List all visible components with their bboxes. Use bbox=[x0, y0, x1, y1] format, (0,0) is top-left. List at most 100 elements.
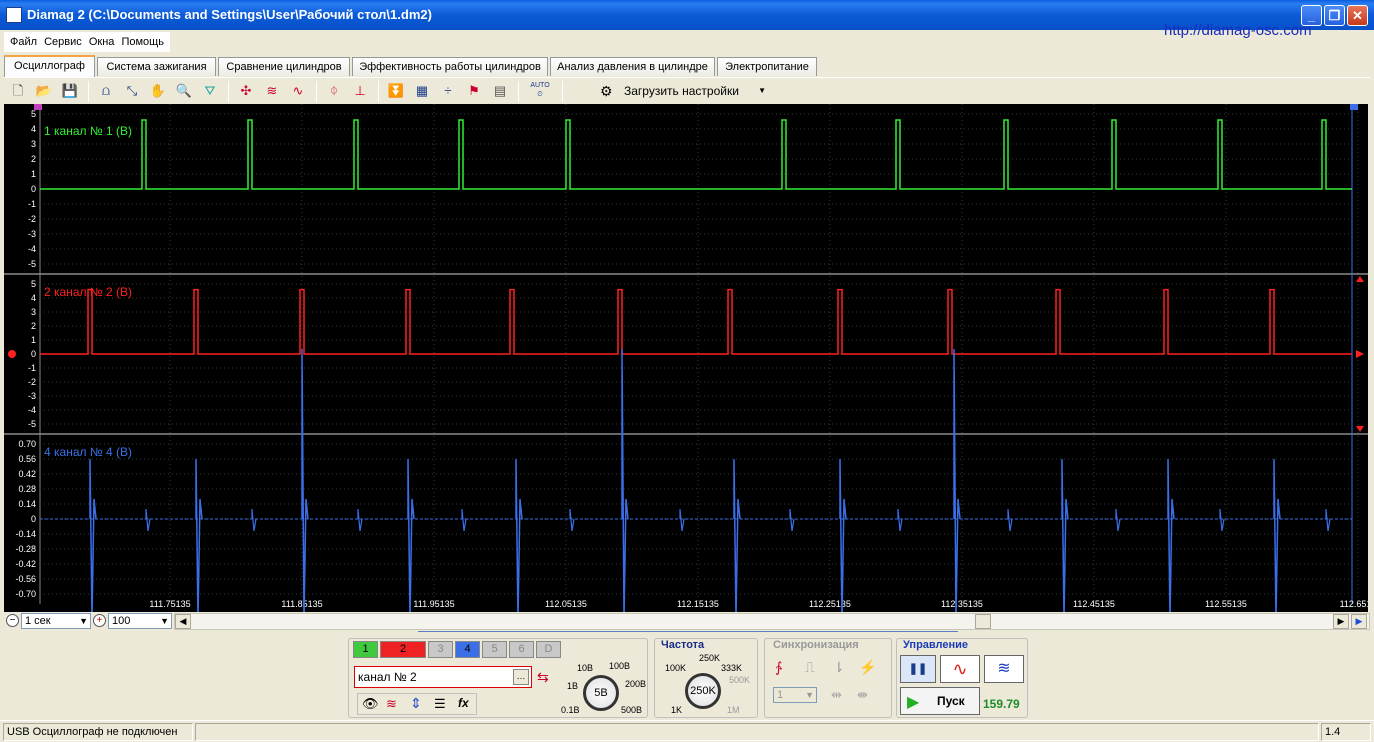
load-settings-dropdown[interactable]: ⚙ Загрузить настройки ▼ bbox=[594, 80, 774, 102]
channel-5-button[interactable]: 5 bbox=[482, 641, 507, 658]
tab-power-supply[interactable]: Электропитание bbox=[717, 57, 817, 76]
expand-icon[interactable]: ⇹ bbox=[831, 687, 842, 703]
new-file-icon[interactable]: 🗋 bbox=[8, 81, 28, 101]
tab-pressure-analysis[interactable]: Анализ давления в цилиндре bbox=[550, 57, 715, 76]
y-tick-label: 0.70 bbox=[18, 439, 36, 449]
browse-button[interactable]: … bbox=[513, 669, 529, 685]
trigger-filter-icon[interactable]: ⏬ bbox=[386, 81, 406, 101]
dial-label-1v: 1В bbox=[567, 681, 579, 691]
hand-pan-icon[interactable]: ✋ bbox=[148, 81, 168, 101]
rising-edge-icon[interactable]: ∱ bbox=[775, 659, 782, 676]
y-tick-label: 0 bbox=[31, 184, 36, 194]
y-tick-label: -1 bbox=[28, 363, 36, 373]
channel-4-button[interactable]: 4 bbox=[455, 641, 480, 658]
scroll-end-icon[interactable]: ▶ bbox=[1351, 614, 1367, 629]
vertical-shift-icon[interactable]: ⇕ bbox=[410, 695, 422, 712]
tab-cylinder-compare[interactable]: Сравнение цилиндров bbox=[218, 57, 350, 76]
invert-icon[interactable]: ✣ bbox=[236, 81, 256, 101]
start-button[interactable]: ▶ Пуск bbox=[900, 687, 980, 715]
horizontal-scrollbar[interactable]: ◀ ▶ ▶ bbox=[174, 613, 1370, 630]
pulse-up-icon[interactable]: ⎍ bbox=[805, 659, 815, 676]
oscilloscope-plot[interactable]: 5 4 3 2 1 0 -1 -2 -3 -4 -5 5 4 3 2 1 0 -1 -2 -3 -4 -5 0.70 0.56… bbox=[4, 104, 1368, 612]
filter-icon[interactable]: ⛛ bbox=[200, 81, 220, 101]
pulse-down-icon[interactable]: ⇂ bbox=[833, 659, 845, 676]
marker-icon[interactable]: ⚑ bbox=[464, 81, 484, 101]
zoom-out-button[interactable]: − bbox=[6, 614, 19, 627]
channel-4-spike bbox=[195, 458, 203, 612]
freq-label-333k: 333K bbox=[721, 663, 743, 673]
cursors-icon[interactable]: ⩍ bbox=[96, 81, 116, 101]
close-button[interactable]: ✕ bbox=[1347, 5, 1368, 26]
frequency-knob[interactable]: 250K bbox=[685, 673, 721, 709]
noise-button[interactable]: ≋ bbox=[984, 655, 1024, 683]
control-title: Управление bbox=[903, 639, 969, 651]
channel-3-button[interactable]: 3 bbox=[428, 641, 453, 658]
freq-label-250k: 250K bbox=[699, 653, 721, 663]
y-tick-label: -2 bbox=[28, 214, 36, 224]
zoom-in-button[interactable]: + bbox=[93, 614, 106, 627]
scroll-right-icon[interactable]: ▶ bbox=[1333, 614, 1349, 629]
y-tick-label: -0.56 bbox=[15, 574, 36, 584]
notes-icon[interactable]: ▤ bbox=[490, 81, 510, 101]
channel-name-value: канал № 2 bbox=[358, 670, 417, 684]
channel-4-spike bbox=[357, 508, 363, 532]
split-icon[interactable]: ÷ bbox=[438, 81, 458, 101]
scroll-thumb[interactable] bbox=[975, 614, 991, 629]
channel-name-field[interactable]: канал № 2 … bbox=[354, 666, 532, 688]
voltage-value: 5В bbox=[594, 687, 608, 699]
y-tick-label: -3 bbox=[28, 229, 36, 239]
function-icon[interactable]: fx bbox=[458, 696, 469, 710]
waveform-icon[interactable]: ∿ bbox=[288, 81, 308, 101]
waveform-icon[interactable]: ≋ bbox=[386, 696, 397, 712]
sync-channel-select[interactable]: 1 ▼ bbox=[773, 687, 817, 703]
zoom-select[interactable]: 100 ▼ bbox=[108, 613, 172, 629]
swap-icon[interactable]: ⇆ bbox=[537, 669, 549, 686]
sync-channel-value: 1 bbox=[777, 689, 784, 701]
channel-4-spike bbox=[301, 348, 309, 612]
channel-4-spike bbox=[679, 508, 685, 532]
chevron-down-icon: ▼ bbox=[758, 86, 766, 95]
auto-button[interactable]: AUTO ⏲ bbox=[530, 81, 550, 101]
visibility-icon[interactable]: 👁 bbox=[362, 696, 379, 712]
zero-level-icon[interactable]: ⊥ bbox=[350, 81, 370, 101]
menu-file[interactable]: Файл bbox=[8, 32, 39, 52]
tab-ignition[interactable]: Система зажигания bbox=[97, 57, 216, 76]
frequency-title: Частота bbox=[661, 639, 705, 651]
maximize-button[interactable]: ❐ bbox=[1324, 5, 1345, 26]
voltage-dial[interactable]: 10В 100В 1В 200В 0.1В 500В 5В bbox=[559, 659, 649, 717]
zoom-icon[interactable]: 🔍 bbox=[174, 81, 194, 101]
auto-sync-icon[interactable]: ⚡ bbox=[859, 659, 876, 676]
pause-button[interactable]: ❚❚ bbox=[900, 655, 936, 683]
grid-icon[interactable]: ▦ bbox=[412, 81, 432, 101]
menu-service[interactable]: Сервис bbox=[42, 32, 84, 52]
overlay-icon[interactable]: ≋ bbox=[262, 81, 282, 101]
channel-2-label: 2 канал № 2 (В) bbox=[44, 285, 133, 299]
menu-help[interactable]: Помощь bbox=[119, 32, 166, 52]
signal-generator-button[interactable]: ∿ bbox=[940, 655, 980, 683]
open-folder-icon[interactable]: 📂 bbox=[34, 81, 54, 101]
auto-scale-icon[interactable]: ⏀ bbox=[324, 81, 344, 101]
tab-cylinder-efficiency[interactable]: Эффективность работы цилиндров bbox=[352, 57, 548, 76]
y-tick-label: 5 bbox=[31, 109, 36, 119]
plot-canvas[interactable]: 5 4 3 2 1 0 -1 -2 -3 -4 -5 5 4 3 2 1 0 -1 -2 -3 -4 -5 0.70 0.56… bbox=[4, 104, 1368, 612]
save-icon[interactable]: 💾 bbox=[60, 81, 80, 101]
measure-icon[interactable]: ⤡ bbox=[122, 81, 142, 101]
line-style-icon[interactable]: ☰ bbox=[434, 696, 446, 712]
channel-d-button[interactable]: D bbox=[536, 641, 561, 658]
voltage-knob[interactable]: 5В bbox=[583, 675, 619, 711]
channel-2-button[interactable]: 2 bbox=[380, 641, 426, 658]
scroll-left-icon[interactable]: ◀ bbox=[175, 614, 191, 629]
control-group: Управление ❚❚ ∿ ≋ ▶ Пуск 159.79 bbox=[896, 638, 1028, 718]
channel-4-spike bbox=[89, 458, 97, 612]
menu-windows[interactable]: Окна bbox=[87, 32, 117, 52]
channel-6-button[interactable]: 6 bbox=[509, 641, 534, 658]
time-scale-select[interactable]: 1 сек ▼ bbox=[21, 613, 91, 629]
toolbar: 🗋 📂 💾 ⩍ ⤡ ✋ 🔍 ⛛ ✣ ≋ ∿ ⏀ ⊥ ⏬ ▦ ÷ ⚑ ▤ AUTO… bbox=[4, 77, 1370, 104]
website-url[interactable]: http://diamag-osc.com bbox=[1164, 22, 1312, 39]
channel-4-spike bbox=[1167, 458, 1175, 612]
time-controls: − 1 сек ▼ + 100 ▼ ◀ ▶ ▶ bbox=[4, 612, 1370, 630]
tab-oscilloscope[interactable]: Осциллограф bbox=[4, 55, 95, 77]
channel-1-button[interactable]: 1 bbox=[353, 641, 378, 658]
channel-1-label: 1 канал № 1 (В) bbox=[44, 124, 133, 138]
collapse-icon[interactable]: ⇼ bbox=[857, 687, 868, 703]
